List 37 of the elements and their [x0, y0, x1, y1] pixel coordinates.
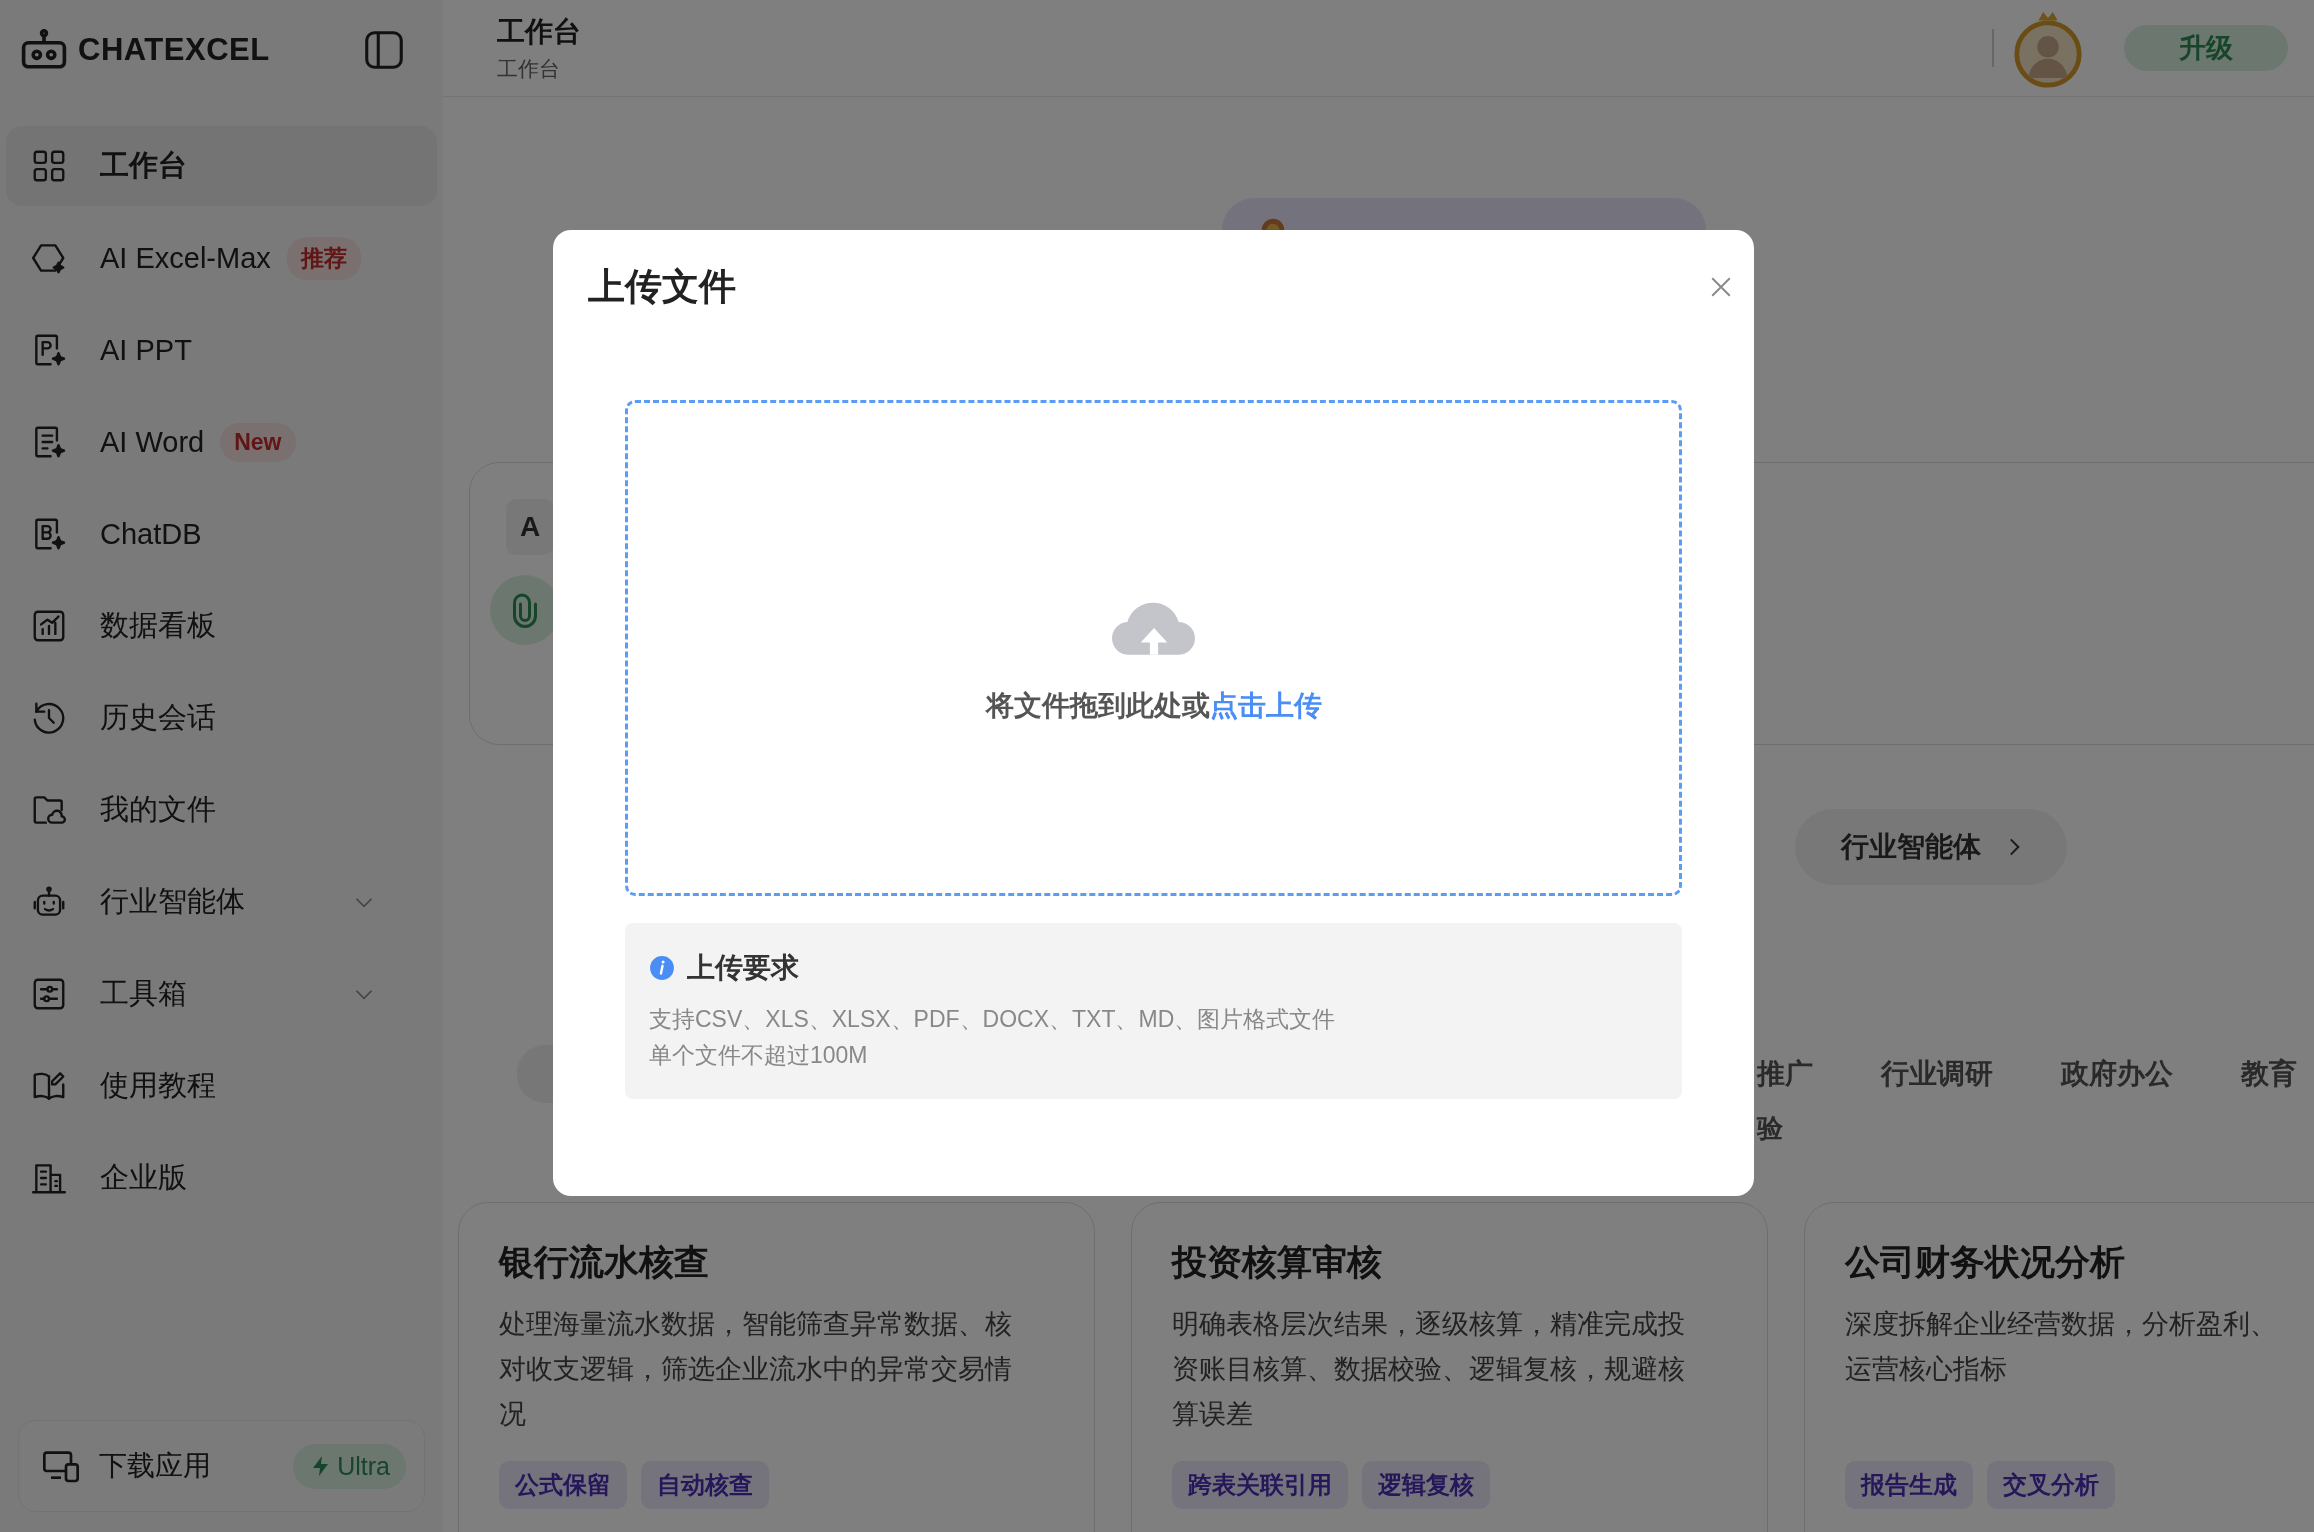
sidebar-item-label: AI Excel-Max: [100, 241, 271, 275]
sidebar-item-label: 历史会话: [100, 700, 216, 735]
page-title: 工作台: [497, 15, 581, 49]
sidebar-item-label: AI Word: [100, 425, 205, 459]
ultra-label: Ultra: [337, 1451, 390, 1481]
sidebar-item-label: 我的文件: [100, 792, 216, 827]
dialog-title: 上传文件: [588, 265, 736, 309]
card-tag: 交叉分析: [1987, 1461, 2115, 1509]
tag-fragment: 验: [1757, 1113, 1783, 1143]
card-tag: 报告生成: [1845, 1461, 1973, 1509]
card-description: 深度拆解企业经营数据，分析盈利、 运营核心指标: [1845, 1308, 2278, 1386]
sidebar-item-label: 企业版: [100, 1160, 187, 1195]
requirement-text: 单个文件不超过100M: [649, 1041, 868, 1070]
sidebar-item-label: AI PPT: [100, 333, 192, 367]
card-title: 公司财务状况分析: [1845, 1241, 2126, 1283]
card-description: 明确表格层次结果，逐级核算，精准完成投 资账目核算、数据校验、逻辑复核，规避核 算误差: [1172, 1308, 1686, 1431]
download-label: 下载应用: [99, 1449, 211, 1483]
card-title: 投资核算审核: [1172, 1241, 1383, 1283]
requirements-title: 上传要求: [687, 951, 799, 985]
breadcrumb: 工作台: [497, 56, 561, 82]
sidebar-item-label: 工具箱: [100, 976, 187, 1011]
card-tag: 跨表关联引用: [1172, 1461, 1348, 1509]
sidebar-item-label: ChatDB: [100, 517, 202, 551]
drop-instruction: 将文件拖到此处或点击上传: [985, 689, 1322, 723]
logo-text: CHATEXCEL: [78, 32, 270, 68]
sidebar-item-label: 数据看板: [100, 608, 216, 643]
requirement-text: 支持CSV、XLS、XLSX、PDF、DOCX、TXT、MD、图片格式文件: [649, 1005, 1336, 1034]
badge: New: [220, 422, 296, 462]
sidebar-item-label: 使用教程: [100, 1068, 216, 1103]
card-tag: 公式保留: [499, 1461, 627, 1509]
card-description: 处理海量流水数据，智能筛查异常数据、核 对收支逻辑，筛选企业流水中的异常交易情 况: [499, 1308, 1013, 1431]
badge: 推荐: [286, 236, 361, 280]
card-tag: 自动核查: [641, 1461, 769, 1509]
sidebar-item-label: 工作台: [100, 148, 187, 183]
card-tag: 逻辑复核: [1362, 1461, 1490, 1509]
card-title: 银行流水核查: [499, 1241, 710, 1283]
sidebar-item-label: 行业智能体: [100, 884, 245, 919]
